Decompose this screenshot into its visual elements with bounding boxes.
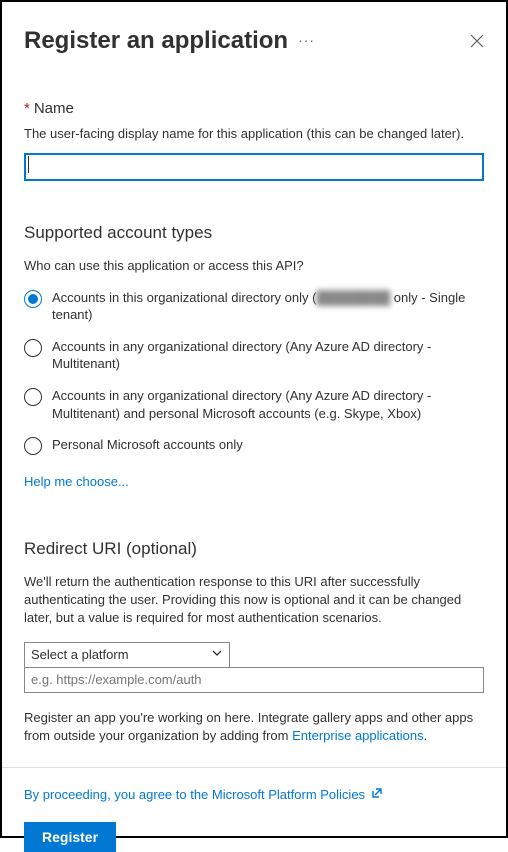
more-icon[interactable]: ··· — [298, 31, 315, 51]
footer-note: Register an app you're working on here. … — [24, 709, 484, 745]
name-helper-text: The user-facing display name for this ap… — [24, 125, 484, 143]
platform-policies-link[interactable]: By proceeding, you agree to the Microsof… — [24, 786, 484, 804]
divider — [2, 767, 506, 768]
close-icon[interactable] — [470, 34, 484, 48]
radio-label: Accounts in any organizational directory… — [52, 338, 484, 373]
radio-icon — [24, 388, 42, 406]
register-button[interactable]: Register — [24, 822, 116, 852]
required-asterisk: * — [24, 98, 30, 119]
radio-label: Personal Microsoft accounts only — [52, 436, 243, 454]
name-label: Name — [34, 98, 74, 119]
external-link-icon — [371, 786, 383, 804]
account-types-question: Who can use this application or access t… — [24, 257, 484, 275]
help-me-choose-link[interactable]: Help me choose... — [24, 473, 129, 491]
radio-single-tenant[interactable]: Accounts in this organizational director… — [24, 289, 484, 324]
platform-select-value: Select a platform — [31, 646, 129, 664]
account-types-heading: Supported account types — [24, 221, 484, 245]
enterprise-applications-link[interactable]: Enterprise applications — [292, 728, 424, 743]
radio-label: Accounts in any organizational directory… — [52, 387, 484, 422]
redirect-uri-input[interactable] — [24, 667, 484, 693]
platform-select[interactable]: Select a platform — [24, 642, 230, 668]
radio-icon — [24, 339, 42, 357]
radio-multitenant[interactable]: Accounts in any organizational directory… — [24, 338, 484, 373]
page-title: Register an application — [24, 24, 288, 58]
name-input[interactable] — [24, 153, 484, 181]
redirect-uri-description: We'll return the authentication response… — [24, 573, 484, 628]
redirect-uri-heading: Redirect URI (optional) — [24, 537, 484, 561]
chevron-down-icon — [211, 646, 223, 664]
radio-label: Accounts in this organizational director… — [52, 289, 484, 324]
radio-multitenant-personal[interactable]: Accounts in any organizational directory… — [24, 387, 484, 422]
radio-personal[interactable]: Personal Microsoft accounts only — [24, 436, 484, 455]
radio-icon — [24, 290, 42, 308]
radio-icon — [24, 437, 42, 455]
